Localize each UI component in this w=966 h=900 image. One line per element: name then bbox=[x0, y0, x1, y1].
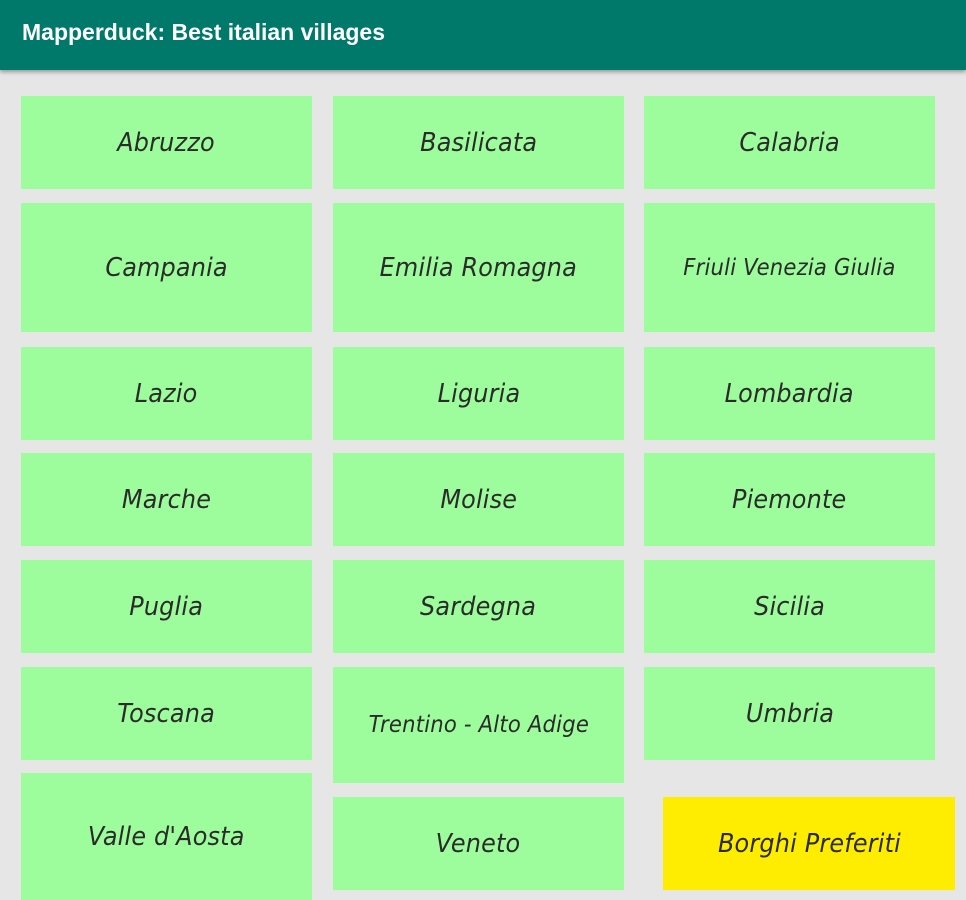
region-label: Piemonte bbox=[732, 484, 847, 515]
app-title: Mapperduck: Best italian villages bbox=[22, 19, 386, 45]
region-tile-lazio[interactable]: Lazio bbox=[21, 347, 312, 440]
region-label: Umbria bbox=[745, 698, 834, 729]
region-label: Calabria bbox=[739, 127, 840, 158]
region-label: Toscana bbox=[117, 698, 216, 729]
region-label: Lazio bbox=[135, 378, 198, 409]
region-tile-piemonte[interactable]: Piemonte bbox=[644, 453, 935, 546]
region-tile-abruzzo[interactable]: Abruzzo bbox=[21, 96, 312, 189]
region-tile-liguria[interactable]: Liguria bbox=[333, 347, 624, 440]
region-tile-emilia-romagna[interactable]: Emilia Romagna bbox=[333, 203, 624, 332]
app-bar: Mapperduck: Best italian villages bbox=[0, 0, 966, 70]
region-tile-sardegna[interactable]: Sardegna bbox=[333, 560, 624, 653]
region-tile-marche[interactable]: Marche bbox=[21, 453, 312, 546]
region-tile-sicilia[interactable]: Sicilia bbox=[644, 560, 935, 653]
region-label: Molise bbox=[440, 484, 517, 515]
region-tile-friuli-venezia-giulia[interactable]: Friuli Venezia Giulia bbox=[644, 203, 935, 332]
region-label: Emilia Romagna bbox=[379, 252, 578, 283]
region-tile-veneto[interactable]: Veneto bbox=[333, 797, 624, 890]
region-label: Sicilia bbox=[754, 591, 825, 622]
region-label: Liguria bbox=[437, 378, 520, 409]
region-label: Campania bbox=[105, 252, 228, 283]
region-label: Basilicata bbox=[419, 127, 538, 158]
region-label: Friuli Venezia Giulia bbox=[683, 254, 896, 281]
region-label: Marche bbox=[121, 484, 212, 515]
region-label: Lombardia bbox=[724, 378, 855, 409]
region-label: Abruzzo bbox=[117, 127, 216, 158]
region-tile-trentino-alto-adige[interactable]: Trentino - Alto Adige bbox=[333, 667, 624, 783]
region-tile-puglia[interactable]: Puglia bbox=[21, 560, 312, 653]
region-tile-campania[interactable]: Campania bbox=[21, 203, 312, 332]
region-label: Trentino - Alto Adige bbox=[368, 712, 589, 738]
region-label: Valle d'Aosta bbox=[88, 821, 245, 852]
region-grid: Abruzzo Campania Lazio Marche Puglia Tos… bbox=[0, 70, 966, 900]
region-tile-umbria[interactable]: Umbria bbox=[644, 667, 935, 760]
region-tile-lombardia[interactable]: Lombardia bbox=[644, 347, 935, 440]
region-label: Sardegna bbox=[420, 591, 537, 622]
region-tile-valle-d-aosta[interactable]: Valle d'Aosta bbox=[21, 773, 312, 900]
region-label: Veneto bbox=[436, 828, 521, 859]
region-tile-calabria[interactable]: Calabria bbox=[644, 96, 935, 189]
region-tile-molise[interactable]: Molise bbox=[333, 453, 624, 546]
region-tile-basilicata[interactable]: Basilicata bbox=[333, 96, 624, 189]
region-label: Puglia bbox=[129, 591, 204, 622]
favorites-label: Borghi Preferiti bbox=[717, 828, 901, 859]
region-tile-toscana[interactable]: Toscana bbox=[21, 667, 312, 760]
favorites-button[interactable]: Borghi Preferiti bbox=[663, 797, 955, 890]
